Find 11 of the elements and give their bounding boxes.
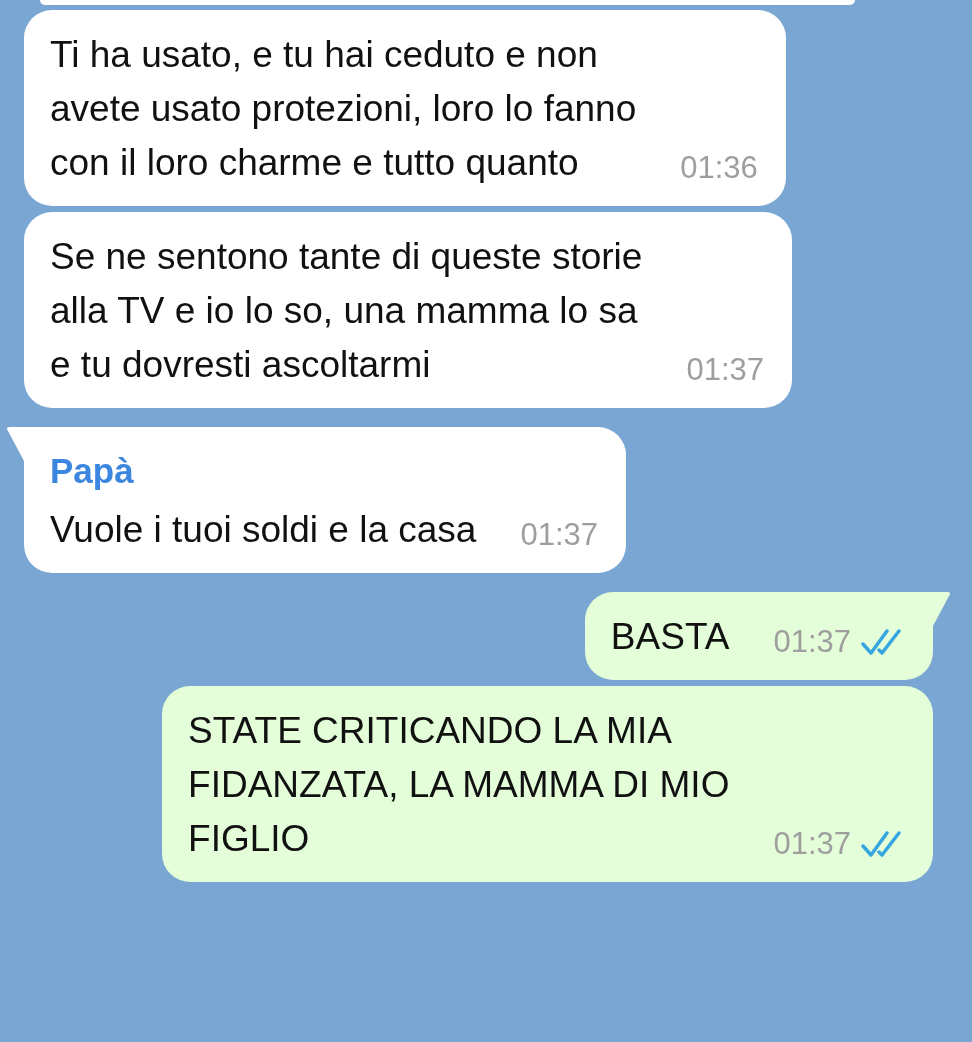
sender-name: Papà — [50, 450, 135, 492]
message-text: Ti ha usato, e tu hai ceduto e non avete usato protezioni, loro lo fanno con il loro charme e tutto quanto — [50, 33, 637, 185]
message-text: STATE CRITICANDO LA MIA FIDANZATA, LA MAMMA DI MIO FIGLIO — [188, 709, 730, 861]
message-time: 01:37 — [773, 825, 851, 863]
message-time: 01:37 — [773, 623, 851, 661]
message-time: 01:37 — [686, 351, 764, 389]
message-text: Vuole i tuoi soldi e la casa — [50, 508, 477, 552]
message-time: 01:37 — [520, 516, 599, 554]
message-text: BASTA — [610, 615, 730, 659]
message-time: 01:36 — [680, 149, 758, 187]
message-text: Se ne sentono tante di queste storie alla TV e io lo so, una mamma lo sa e tu dovresti ascoltarmi — [50, 235, 643, 387]
